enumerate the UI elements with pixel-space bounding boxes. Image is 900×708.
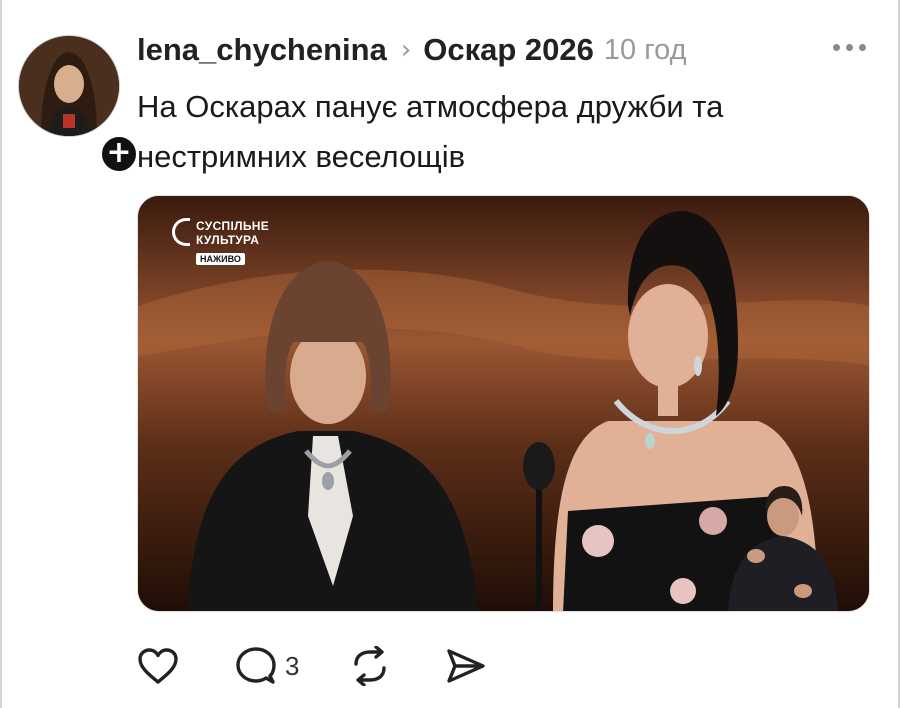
repost-icon [354, 646, 387, 686]
send-icon [447, 649, 486, 683]
post-border-left [0, 0, 2, 708]
post-header: lena_chychenina › Оскар 2026 10 год [137, 28, 687, 72]
avatar-portrait [19, 36, 119, 136]
like-button[interactable] [137, 647, 179, 685]
thread-post: + lena_chychenina › Оскар 2026 10 год На… [0, 0, 900, 708]
follow-button[interactable]: + [98, 133, 140, 175]
post-actions: 3 [137, 642, 487, 690]
chevron-right-icon: › [400, 35, 412, 65]
author-username[interactable]: lena_chychenina [137, 32, 387, 68]
author-avatar-container[interactable]: + [18, 35, 140, 175]
comment-icon [236, 647, 276, 684]
community-name[interactable]: Оскар 2026 [423, 32, 594, 68]
more-options-icon[interactable] [833, 44, 866, 51]
post-text: На Оскарах панує атмосфера дружби та нес… [137, 89, 724, 174]
avatar[interactable] [18, 35, 120, 137]
share-button[interactable] [445, 646, 487, 686]
channel-name-line2: КУЛЬТУРА [196, 233, 260, 247]
channel-name-line1: СУСПІЛЬНЕ [196, 219, 270, 233]
live-badge: НАЖИВО [196, 253, 245, 265]
heart-icon [138, 648, 178, 684]
more-dot [859, 44, 866, 51]
more-dot [846, 44, 853, 51]
reply-count: 3 [285, 650, 300, 681]
post-image[interactable]: СУСПІЛЬНЕ КУЛЬТУРА НАЖИВО [137, 195, 870, 612]
video-frame-illustration [138, 196, 869, 611]
repost-button[interactable] [349, 646, 391, 686]
reply-button[interactable]: 3 [235, 646, 299, 686]
post-timestamp: 10 год [603, 33, 687, 66]
more-dot [833, 44, 840, 51]
